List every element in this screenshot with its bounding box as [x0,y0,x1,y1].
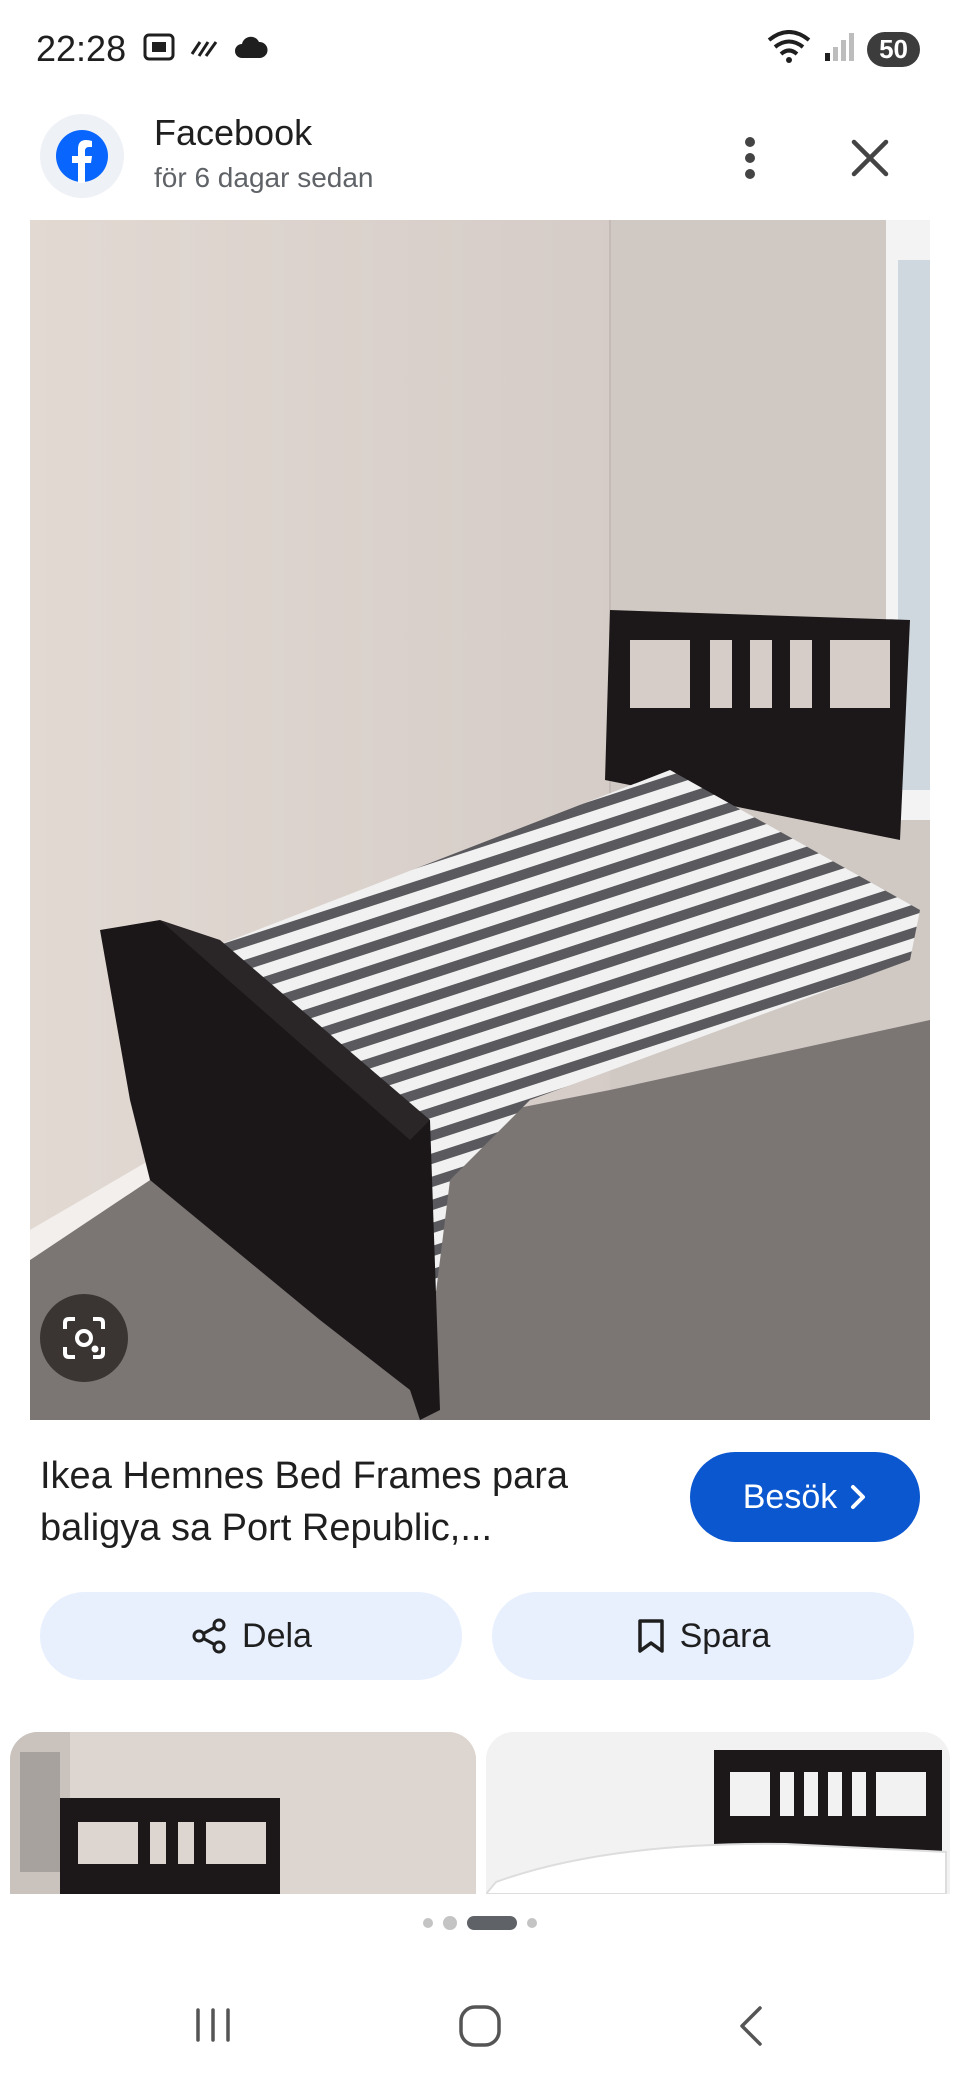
source-name[interactable]: Facebook [154,112,312,154]
page-indicator [0,1916,960,1930]
lens-button[interactable] [40,1294,128,1382]
related-image-2[interactable] [486,1732,950,1894]
recent-apps-button[interactable] [190,2002,236,2053]
lens-icon [63,1317,105,1359]
page-dot [527,1918,537,1928]
save-label: Spara [679,1616,771,1655]
battery-icon: 50 [867,32,920,67]
wifi-icon [767,30,811,69]
share-button[interactable]: Dela [40,1592,462,1680]
visit-label: Besök [742,1477,838,1516]
status-bar: 22:28 50 [0,0,960,100]
system-nav-bar [0,1980,960,2080]
result-image[interactable] [30,220,930,1420]
chevron-right-icon [851,1485,866,1509]
cloud-icon [234,34,268,65]
bed-photo [30,220,930,1420]
bookmark-icon [637,1619,664,1653]
close-icon [851,139,889,177]
facebook-logo-icon [40,114,124,198]
recent-apps-icon [196,2008,230,2042]
visit-button[interactable]: Besök [690,1452,920,1542]
status-time: 22:28 [36,28,127,69]
share-label: Dela [242,1616,312,1655]
page-dot [443,1916,457,1930]
related-bed-photo-2 [486,1732,950,1894]
result-title[interactable]: Ikea Hemnes Bed Frames para baligya sa P… [40,1450,660,1554]
cell-signal-icon [823,31,855,68]
related-image-1[interactable] [10,1732,476,1894]
page-dot [423,1918,433,1928]
page-dot-active [467,1916,517,1930]
share-icon [192,1618,226,1654]
related-bed-photo-1 [10,1732,476,1894]
home-button[interactable] [456,2002,504,2055]
result-header: Facebook för 6 dagar sedan [0,110,960,220]
save-button[interactable]: Spara [492,1592,914,1680]
back-icon [740,2006,762,2046]
signal-lines-icon [190,32,220,67]
back-button[interactable] [732,2002,772,2055]
more-options-button[interactable] [730,128,770,188]
close-button[interactable] [842,130,898,186]
posted-time: för 6 dagar sedan [154,162,374,193]
home-icon [459,2005,501,2047]
screenshot-icon [142,30,176,69]
more-vert-icon [745,137,755,179]
